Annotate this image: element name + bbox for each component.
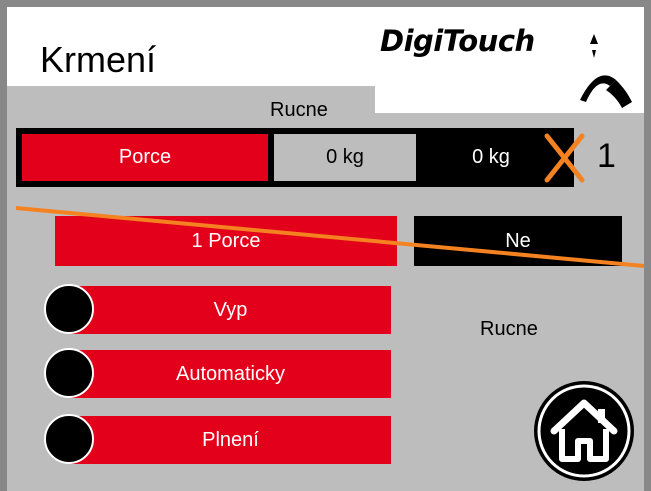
strike-overlay — [15, 133, 645, 268]
strike-line — [15, 206, 645, 268]
